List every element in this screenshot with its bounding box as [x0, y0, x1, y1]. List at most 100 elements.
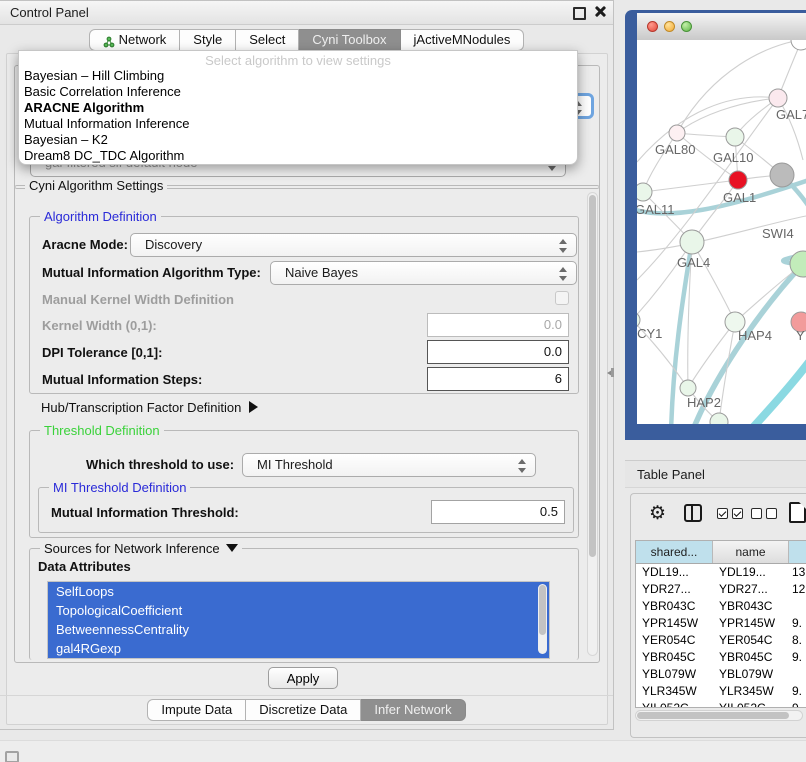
stepper-icon [558, 238, 567, 254]
close-icon[interactable] [594, 6, 605, 17]
table-horizontal-scrollbar[interactable] [635, 710, 803, 721]
combo-value: MI Threshold [257, 457, 333, 472]
dropdown-item-mutual-information-inference[interactable]: Mutual Information Inference [19, 116, 577, 132]
table-cell: YER054C [713, 632, 789, 649]
table-row[interactable]: YBL079WYBL079W [636, 666, 806, 683]
network-canvas[interactable]: GAL7GAL80GAL10GAL1GAL11GAL4SWI4GCY1HAP4Y… [637, 40, 806, 424]
dropdown-item-bayesian-hill-climbing[interactable]: Bayesian – Hill Climbing [19, 68, 577, 84]
sources-group: Sources for Network Inference Data Attri… [29, 548, 579, 660]
select-all-checkbox-icon[interactable] [732, 508, 743, 519]
mi-steps-input[interactable]: 6 [427, 367, 569, 391]
dpi-tolerance-input[interactable]: 0.0 [427, 340, 569, 364]
network-node-gal1[interactable] [729, 171, 747, 189]
network-node-gal80[interactable] [669, 125, 685, 141]
network-node-hap2[interactable] [680, 380, 696, 396]
select-all-checkbox-icon[interactable] [717, 508, 728, 519]
tab-impute-data[interactable]: Impute Data [147, 699, 246, 721]
edge [637, 98, 778, 280]
dropdown-item-basic-correlation-inference[interactable]: Basic Correlation Inference [19, 84, 577, 100]
table-row[interactable]: YIL052CYIL052C9 [636, 700, 806, 708]
deselect-all-checkbox-icon[interactable] [766, 508, 777, 519]
tab-label: Discretize Data [259, 700, 347, 720]
tab-discretize-data[interactable]: Discretize Data [246, 699, 361, 721]
table-row[interactable]: YDL19...YDL19...13 [636, 564, 806, 581]
apply-button[interactable]: Apply [268, 667, 338, 689]
dropdown-item-dream8-dc-tdc-algorithm[interactable]: Dream8 DC_TDC Algorithm [19, 148, 577, 164]
minimize-traffic-light-icon[interactable] [664, 21, 675, 32]
threshold-definition-group: Threshold Definition Which threshold to … [29, 430, 579, 538]
attribute-item-betweennesscentrality[interactable]: BetweennessCentrality [48, 620, 549, 639]
table-row[interactable]: YER054CYER054C8. [636, 632, 806, 649]
close-traffic-light-icon[interactable] [647, 21, 658, 32]
gear-icon[interactable]: ⚙ [649, 503, 666, 525]
mi-type-label: Mutual Information Algorithm Type: [42, 265, 261, 280]
network-node-gal10[interactable] [726, 128, 744, 146]
hub-definition-toggle[interactable]: Hub/Transcription Factor Definition [41, 400, 258, 415]
tab-label: Infer Network [374, 700, 451, 720]
attribute-item-selfloops[interactable]: SelfLoops [48, 582, 549, 601]
table-row[interactable]: YLR345WYLR345W9. [636, 683, 806, 700]
mi-type-combobox[interactable]: Naive Bayes [270, 261, 577, 285]
aracne-mode-combobox[interactable]: Discovery [130, 233, 577, 257]
algorithm-definition-group: Algorithm Definition Aracne Mode: Discov… [29, 216, 579, 394]
zoom-traffic-light-icon[interactable] [681, 21, 692, 32]
panel-title: Table Panel [637, 467, 705, 482]
column-header-name[interactable]: name [713, 541, 789, 563]
table-cell: YBR043C [636, 598, 713, 615]
tab-select[interactable]: Select [236, 29, 299, 51]
network-window-titlebar[interactable] [637, 13, 806, 41]
kernel-width-input[interactable]: 0.0 [427, 313, 569, 337]
table-cell: YPR145W [713, 615, 789, 632]
mi-threshold-group: MI Threshold Definition Mutual Informati… [38, 487, 574, 533]
column-header-shared-[interactable]: shared... [636, 541, 713, 563]
tab-cyni-toolbox[interactable]: Cyni Toolbox [299, 29, 400, 51]
which-threshold-combobox[interactable]: MI Threshold [242, 453, 536, 477]
dropdown-item-bayesian-k2[interactable]: Bayesian – K2 [19, 132, 577, 148]
data-attributes-list: SelfLoopsTopologicalCoefficientBetweenne… [47, 581, 550, 659]
new-table-icon[interactable] [789, 502, 806, 523]
table-cell: 9. [789, 615, 806, 632]
network-node[interactable] [770, 163, 794, 187]
mi-threshold-input[interactable]: 0.5 [431, 500, 565, 524]
table-row[interactable]: YPR145WYPR145W9. [636, 615, 806, 632]
network-node-gal4[interactable] [680, 230, 704, 254]
tab-jactivemnodules[interactable]: jActiveMNodules [401, 29, 525, 51]
dropdown-item-aracne-algorithm[interactable]: ARACNE Algorithm [19, 100, 577, 116]
attribute-item-topologicalcoefficient[interactable]: TopologicalCoefficient [48, 601, 549, 620]
mouse-cursor [607, 368, 614, 377]
column-header-a[interactable]: A [789, 541, 806, 563]
table-rows: YDL19...YDL19...13YDR27...YDR27...12YBR0… [636, 564, 806, 708]
settings-scrollbar[interactable] [587, 192, 598, 656]
table-cell: YBR043C [713, 598, 789, 615]
group-title: Algorithm Definition [40, 209, 161, 224]
network-node[interactable] [710, 413, 728, 424]
manual-kernel-checkbox[interactable] [555, 291, 569, 305]
docked-panel-icon[interactable] [5, 751, 19, 762]
table-cell: 9 [789, 700, 806, 708]
combo-value: Discovery [145, 237, 202, 252]
tab-style[interactable]: Style [180, 29, 236, 51]
network-node-gal7[interactable] [769, 89, 787, 107]
table-row[interactable]: YDR27...YDR27...12 [636, 581, 806, 598]
scrollbar-thumb[interactable] [539, 585, 546, 635]
table-cell: YDR27... [636, 581, 713, 598]
float-panel-icon[interactable] [573, 7, 586, 20]
table-panel-body: ⚙ shared...nameA YDL19...YDL19...13YDR27… [630, 493, 806, 738]
scrollbar-thumb[interactable] [637, 712, 789, 719]
tab-infer-network[interactable]: Infer Network [361, 699, 465, 721]
scrollbar-thumb[interactable] [589, 195, 596, 557]
table-row[interactable]: YBR045CYBR045C9. [636, 649, 806, 666]
list-scrollbar[interactable] [538, 584, 547, 654]
table-panel: Table Panel ⚙ shared...nameA YDL19...YDL… [625, 460, 806, 738]
columns-icon[interactable] [684, 504, 702, 522]
tab-label: Network [119, 30, 167, 50]
attribute-items: SelfLoopsTopologicalCoefficientBetweenne… [48, 582, 549, 658]
network-node[interactable] [791, 40, 806, 50]
deselect-all-checkbox-icon[interactable] [751, 508, 762, 519]
tab-network[interactable]: Network [89, 29, 181, 51]
network-node-gal11[interactable] [637, 183, 652, 201]
attribute-item-gal4rgexp[interactable]: gal4RGexp [48, 639, 549, 658]
sources-toggle[interactable]: Sources for Network Inference [40, 541, 242, 556]
network-graph: GAL7GAL80GAL10GAL1GAL11GAL4SWI4GCY1HAP4Y… [637, 40, 806, 424]
table-row[interactable]: YBR043CYBR043C [636, 598, 806, 615]
